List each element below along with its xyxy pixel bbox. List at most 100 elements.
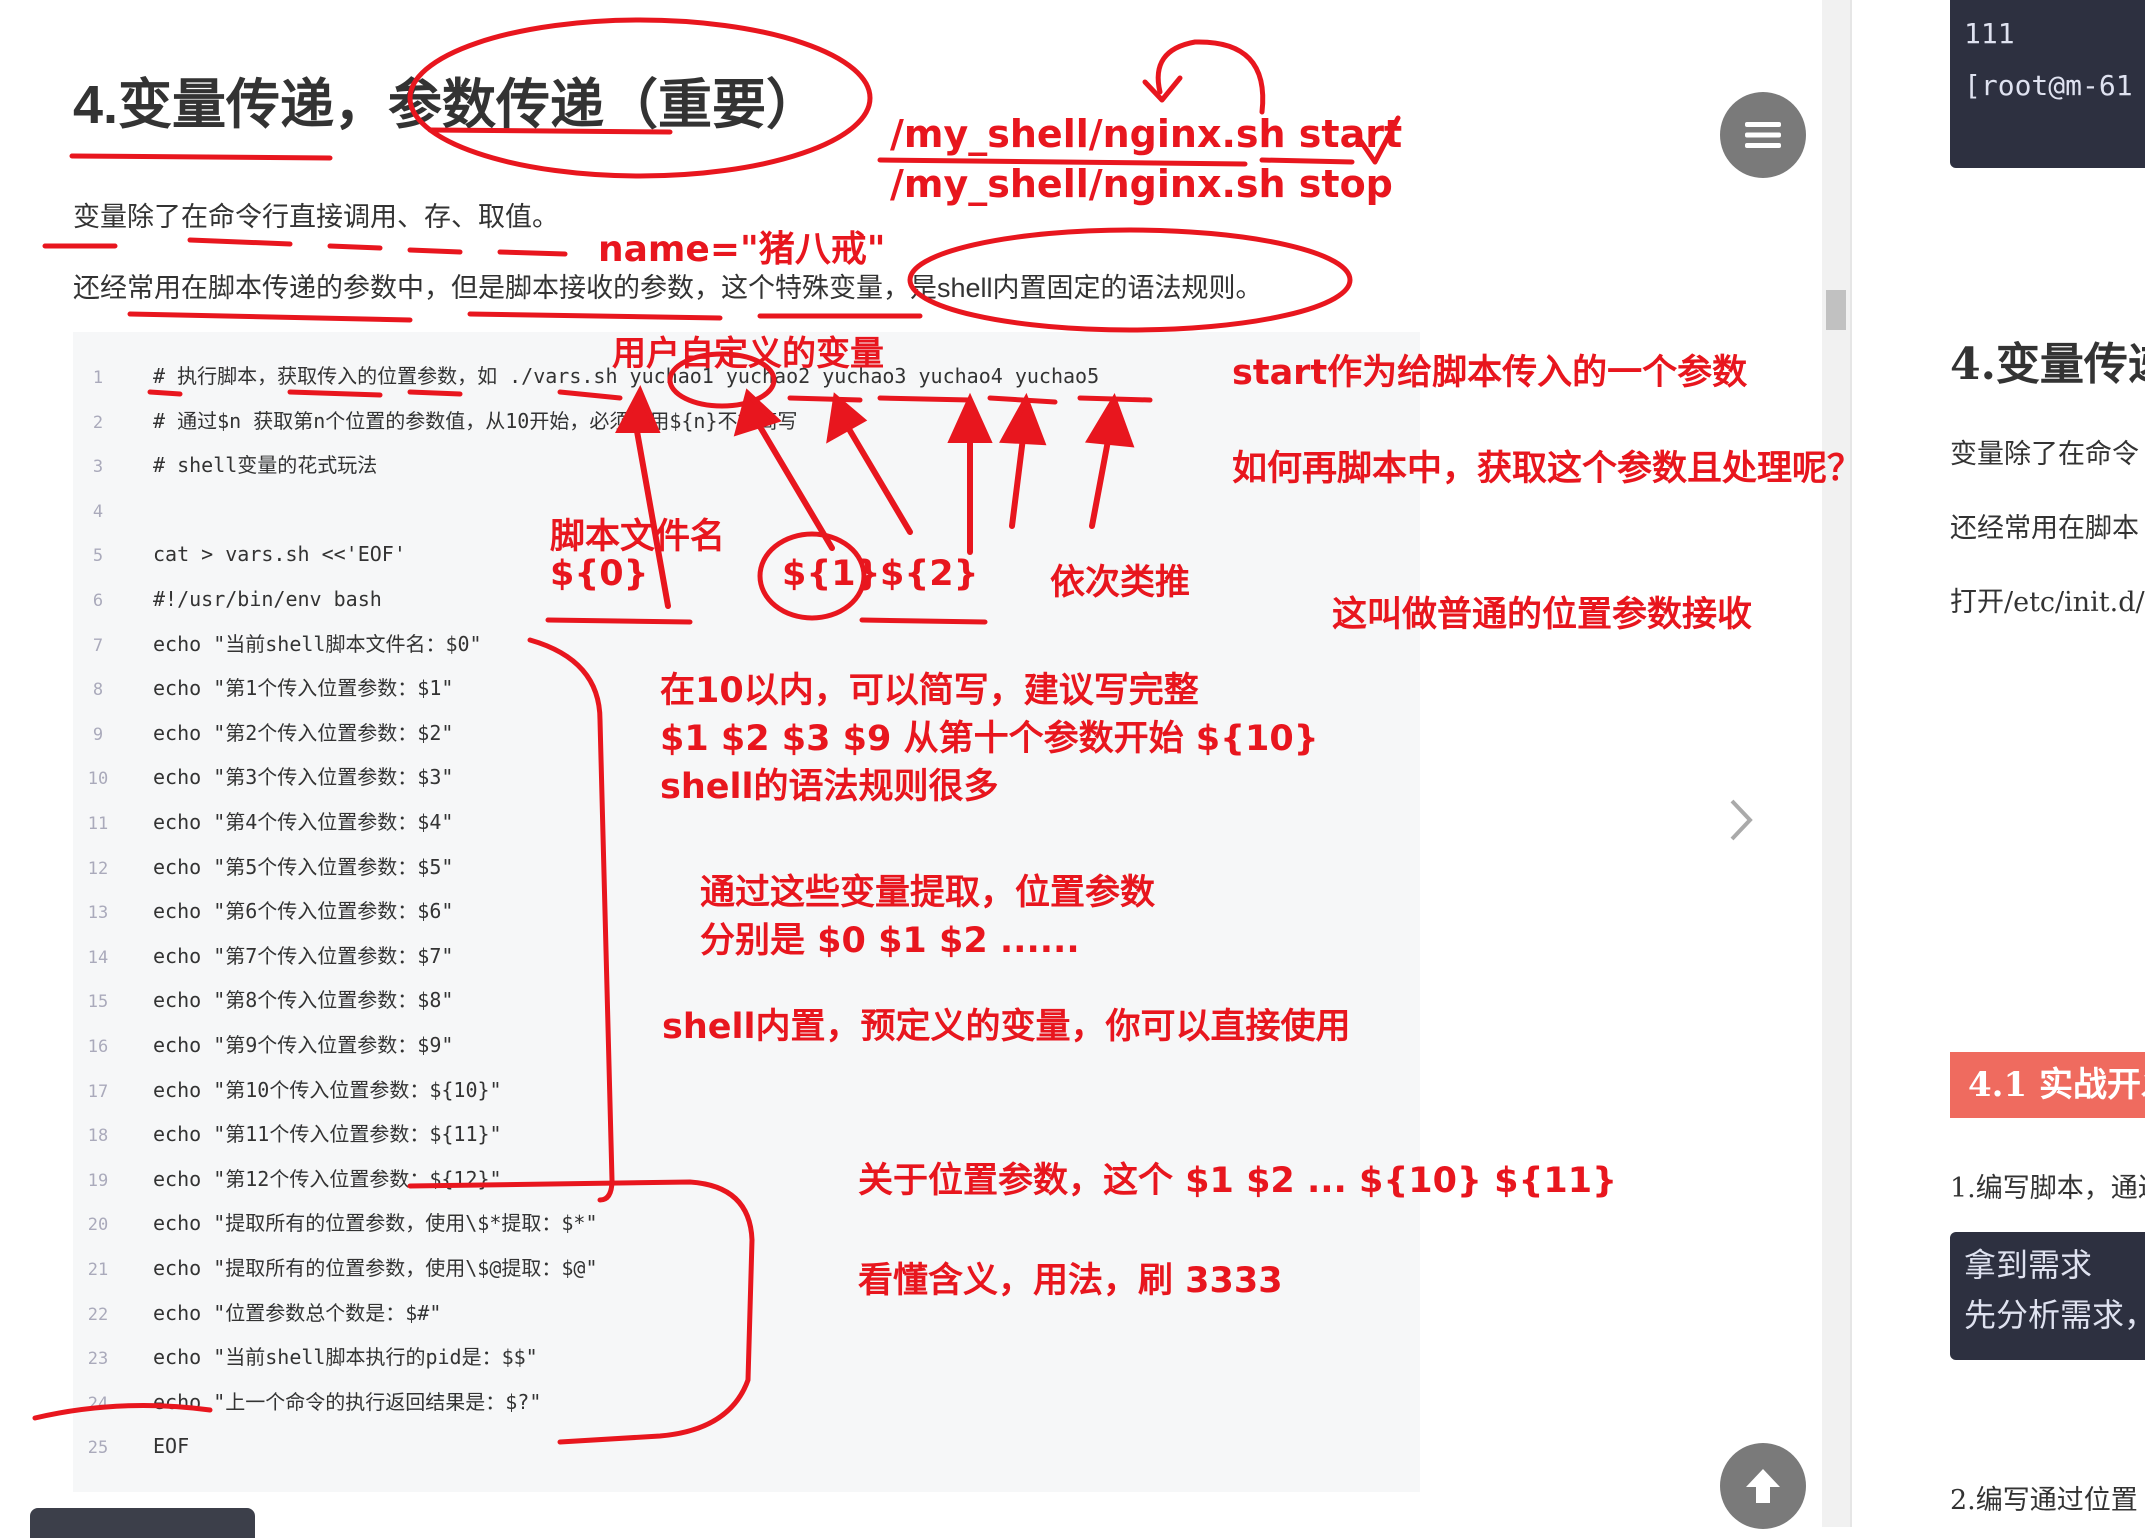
annotation-within10: 在10以内，可以简写，建议写完整	[660, 671, 1199, 711]
code-text: echo "提取所有的位置参数，使用\$*提取：$*"	[153, 1211, 598, 1236]
code-text: echo "第9个传入位置参数：$9"	[153, 1033, 454, 1057]
annotation-respectively: 分别是 $0 $1 $2 ......	[700, 921, 1080, 961]
code-line: 6 #!/usr/bin/env bash	[73, 577, 382, 621]
line-number: 10	[87, 769, 109, 790]
code-line: 2 # 通过$n 获取第n个位置的参数值，从10开始，必须使用${n}不得简写	[73, 399, 798, 443]
code-text: # 通过$n 获取第n个位置的参数值，从10开始，必须使用${n}不得简写	[153, 408, 798, 433]
code-line: 20 echo "提取所有的位置参数，使用\$*提取：$*"	[73, 1201, 598, 1245]
code-line: 12 echo "第5个传入位置参数：$5"	[73, 845, 454, 889]
code-line: 3 # shell变量的花式玩法	[73, 443, 377, 487]
code-line: 13 echo "第6个传入位置参数：$6"	[73, 889, 454, 933]
annotation-about-pos: 关于位置参数，这个 $1 $2 ... ${10} ${11}	[858, 1161, 1618, 1201]
line-number: 2	[92, 412, 104, 433]
line-number: 25	[87, 1438, 109, 1459]
annotation-cmd-start: /my_shell/nginx.sh start	[890, 112, 1403, 156]
note-box: 拿到需求 先分析需求，	[1950, 1232, 2145, 1360]
annotation-dollar2: ${2}	[880, 554, 979, 594]
line-number: 19	[87, 1170, 109, 1191]
annotation-cmd-stop: /my_shell/nginx.sh stop	[890, 162, 1393, 206]
code-text: cat > vars.sh <<'EOF'	[153, 542, 406, 567]
code-line: 16 echo "第9个传入位置参数：$9"	[73, 1023, 454, 1067]
line-number: 5	[92, 546, 104, 567]
code-line: 8 echo "第1个传入位置参数：$1"	[73, 666, 454, 710]
annotation-many-rules: shell的语法规则很多	[660, 767, 999, 807]
annotation-extract: 通过这些变量提取，位置参数	[700, 873, 1156, 913]
annotation-user-var: 用户自定义的变量	[612, 334, 884, 374]
code-line: 7 echo "当前shell脚本文件名：$0"	[73, 622, 482, 666]
code-text: echo "第11个传入位置参数：${11}"	[153, 1122, 502, 1147]
right-text: 1.编写脚本，通过	[1950, 1173, 2145, 1204]
annotation-examples: $1 $2 $3 $9 从第十个参数开始 ${10}	[660, 719, 1319, 759]
annotation-normal-pos: 这叫做普通的位置参数接收	[1332, 595, 1753, 635]
code-text: echo "位置参数总个数是：$#"	[153, 1300, 442, 1325]
right-text: 还经常用在脚本	[1950, 513, 2139, 544]
annotation-start-param: start作为给脚本传入的一个参数	[1232, 353, 1748, 393]
annotation-dollar1: ${1}	[782, 554, 881, 594]
annotation-and-so-on: 依次类推	[1050, 563, 1191, 603]
code-text: echo "当前shell脚本文件名：$0"	[153, 631, 482, 656]
right-text: 2.编写通过位置	[1950, 1485, 2138, 1516]
code-text: echo "第2个传入位置参数：$2"	[153, 720, 454, 745]
code-text: echo "第10个传入位置参数：${10}"	[153, 1077, 502, 1102]
annotation-understand: 看懂含义，用法，刷 3333	[858, 1261, 1283, 1301]
code-text: echo "第1个传入位置参数：$1"	[153, 676, 454, 701]
article-paragraph-1: 变量除了在命令行直接调用、存、取值。	[73, 202, 559, 232]
terminal-snippet: 111 [root@m-61	[1950, 0, 2145, 168]
code-line: 14 echo "第7个传入位置参数：$7"	[73, 934, 454, 978]
code-text: echo "第6个传入位置参数：$6"	[153, 899, 454, 924]
code-line: 25 EOF	[73, 1424, 189, 1468]
code-line: 19 echo "第12个传入位置参数：${12}"	[73, 1157, 502, 1201]
scrollbar-thumb[interactable]	[1826, 290, 1846, 330]
line-number: 15	[87, 992, 109, 1013]
right-panel: 111 [root@m-61 4.变量传递 变量除了在命令 还经常用在脚本 打开…	[1852, 0, 2145, 1527]
terminal-line: 111	[1964, 17, 2015, 50]
article-title: 4.变量传递，参数传递（重要）	[73, 75, 821, 135]
chevron-right-icon	[1730, 799, 1753, 841]
code-line: 18 echo "第11个传入位置参数：${11}"	[73, 1112, 502, 1156]
line-number: 8	[92, 680, 104, 701]
code-text: #!/usr/bin/env bash	[153, 587, 382, 611]
annotation-builtin: shell内置，预定义的变量，你可以直接使用	[662, 1007, 1351, 1047]
code-line: 17 echo "第10个传入位置参数：${10}"	[73, 1068, 502, 1112]
terminal-line: [root@m-61	[1964, 69, 2133, 102]
code-text: echo "当前shell脚本执行的pid是：$$"	[153, 1345, 538, 1370]
next-page-button[interactable]	[1726, 790, 1756, 860]
annotation-name-var: name="猪八戒"	[598, 229, 886, 270]
annotation-how-get: 如何再脚本中，获取这个参数且处理呢？	[1232, 449, 1863, 489]
note-line: 拿到需求	[1964, 1247, 2093, 1283]
menu-button[interactable]	[1720, 92, 1806, 178]
section-badge: 4.1 实战开发	[1950, 1052, 2145, 1118]
line-number: 7	[92, 635, 104, 656]
main-scrollbar[interactable]	[1822, 0, 1850, 1527]
bottom-toolbar-tab[interactable]	[30, 1508, 255, 1538]
line-number: 22	[87, 1304, 109, 1325]
code-line: 24 echo "上一个命令的执行返回结果是：$?"	[73, 1380, 542, 1424]
scroll-top-button[interactable]	[1720, 1443, 1806, 1529]
code-text: echo "第8个传入位置参数：$8"	[153, 988, 454, 1013]
code-line: 4	[73, 488, 123, 532]
code-text: # shell变量的花式玩法	[153, 453, 378, 478]
note-line: 先分析需求，	[1964, 1297, 2145, 1333]
code-text: echo "第12个传入位置参数：${12}"	[153, 1166, 502, 1191]
annotation-script-name: 脚本文件名	[550, 517, 726, 557]
code-text: echo "提取所有的位置参数，使用\$@提取：$@"	[153, 1256, 598, 1280]
line-number: 24	[87, 1393, 109, 1414]
code-line: 22 echo "位置参数总个数是：$#"	[73, 1291, 442, 1335]
line-number: 18	[87, 1126, 109, 1147]
code-line: 1 # 执行脚本，获取传入的位置参数，如 ./vars.sh yuchao1 yu…	[73, 354, 1099, 398]
line-number: 17	[87, 1081, 109, 1102]
line-number: 4	[92, 501, 104, 522]
code-line: 9 echo "第2个传入位置参数：$2"	[73, 711, 454, 755]
right-title: 4.变量传递	[1950, 339, 2145, 390]
code-text: EOF	[153, 1434, 190, 1459]
line-number: 14	[87, 947, 109, 968]
line-number: 1	[92, 368, 104, 388]
line-number: 16	[87, 1037, 109, 1057]
code-line: 15 echo "第8个传入位置参数：$8"	[73, 978, 454, 1022]
line-number: 12	[87, 858, 109, 879]
annotation-dollar0: ${0}	[550, 554, 649, 594]
arrow-up-icon	[1746, 1469, 1780, 1503]
right-text: 打开/etc/init.d/	[1950, 587, 2145, 618]
code-line: 5 cat > vars.sh <<'EOF'	[73, 532, 406, 576]
code-text: echo "第7个传入位置参数：$7"	[153, 943, 454, 968]
